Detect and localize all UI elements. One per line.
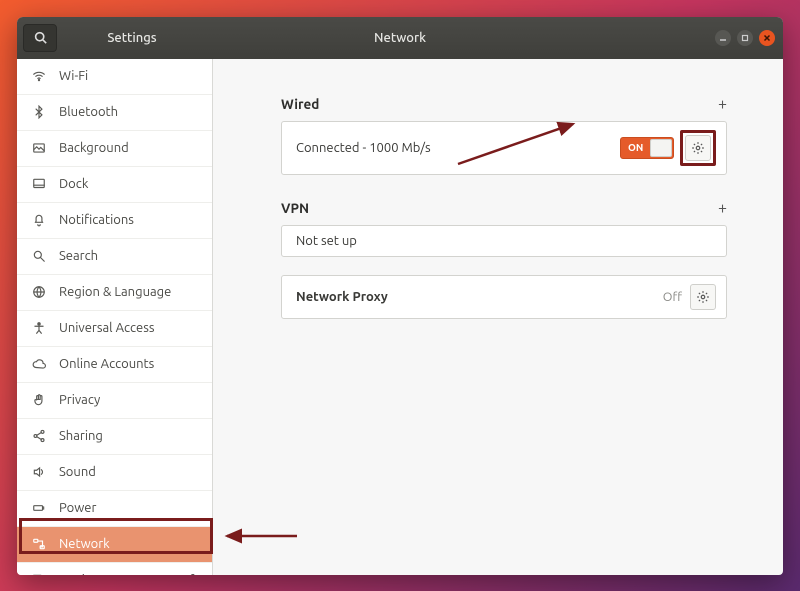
dock-icon-wrap (31, 177, 47, 191)
sidebar-item-label: Sharing (59, 429, 103, 443)
battery-icon (32, 501, 46, 515)
add-vpn-button[interactable]: + (718, 199, 727, 217)
bluetooth-icon (32, 105, 46, 119)
devices-icon (32, 573, 46, 575)
wired-heading: Wired (281, 96, 319, 112)
cloud-icon-wrap (31, 357, 47, 371)
speaker-icon (32, 465, 46, 479)
proxy-settings-button[interactable] (690, 284, 716, 310)
sidebar-item-dock[interactable]: Dock (17, 167, 212, 203)
sidebar-item-label: Online Accounts (59, 357, 154, 371)
bell-icon (32, 213, 46, 227)
sidebar-item-bluetooth[interactable]: Bluetooth (17, 95, 212, 131)
wired-toggle[interactable]: ON (620, 137, 674, 159)
app-title: Settings (57, 31, 207, 45)
devices-icon-wrap (31, 573, 47, 575)
network-icon (32, 537, 46, 551)
maximize-button[interactable] (737, 30, 753, 46)
sidebar-item-wi-fi[interactable]: Wi-Fi (17, 59, 212, 95)
window-controls (715, 30, 775, 46)
search-button[interactable] (23, 24, 57, 52)
sidebar-item-sharing[interactable]: Sharing (17, 419, 212, 455)
sidebar-item-label: Universal Access (59, 321, 154, 335)
battery-icon-wrap (31, 501, 47, 515)
proxy-heading: Network Proxy (296, 290, 663, 304)
minimize-icon (719, 34, 727, 42)
add-wired-button[interactable]: + (718, 95, 727, 113)
sidebar-item-label: Power (59, 501, 96, 515)
close-icon (763, 34, 771, 42)
sidebar-item-notifications[interactable]: Notifications (17, 203, 212, 239)
share-icon (32, 429, 46, 443)
sidebar-item-label: Dock (59, 177, 88, 191)
sidebar-item-background[interactable]: Background (17, 131, 212, 167)
sidebar-item-region-language[interactable]: Region & Language (17, 275, 212, 311)
speaker-icon-wrap (31, 465, 47, 479)
vpn-heading: VPN (281, 200, 309, 216)
sidebar-item-label: Notifications (59, 213, 134, 227)
hand-icon-wrap (31, 393, 47, 407)
proxy-row: Network Proxy Off (281, 275, 727, 319)
sidebar-item-search[interactable]: Search (17, 239, 212, 275)
sidebar-item-label: Search (59, 249, 98, 263)
sidebar-item-label: Network (59, 537, 110, 551)
wired-settings-button[interactable] (685, 135, 711, 161)
vpn-row: Not set up (281, 225, 727, 257)
sidebar-item-label: Bluetooth (59, 105, 118, 119)
sidebar-item-power[interactable]: Power (17, 491, 212, 527)
globe-icon (32, 285, 46, 299)
close-button[interactable] (759, 30, 775, 46)
search-icon-wrap (31, 249, 47, 263)
annotation-highlight-gear (680, 130, 716, 166)
sidebar-item-devices[interactable]: Devices ❯ (17, 563, 212, 575)
wired-status: Connected - 1000 Mb/s (296, 141, 620, 155)
search-icon (34, 31, 47, 44)
sidebar-item-label: Privacy (59, 393, 100, 407)
share-icon-wrap (31, 429, 47, 443)
titlebar: Settings Network (17, 17, 783, 59)
hand-icon (32, 393, 46, 407)
sidebar-item-privacy[interactable]: Privacy (17, 383, 212, 419)
wired-heading-row: Wired + (281, 95, 727, 113)
sidebar-item-label: Wi-Fi (59, 69, 88, 83)
network-icon-wrap (31, 537, 47, 551)
globe-icon-wrap (31, 285, 47, 299)
settings-window: Settings Network Wi-Fi Bluetooth Backgroun… (17, 17, 783, 575)
cloud-icon (32, 357, 46, 371)
accessibility-icon (32, 321, 46, 335)
sidebar[interactable]: Wi-Fi Bluetooth Background Dock Notification… (17, 59, 213, 575)
wired-toggle-label: ON (628, 142, 643, 153)
sidebar-item-online-accounts[interactable]: Online Accounts (17, 347, 212, 383)
sidebar-item-label: Region & Language (59, 285, 171, 299)
chevron-right-icon: ❯ (189, 573, 200, 575)
page-title: Network (374, 31, 426, 45)
bluetooth-icon-wrap (31, 105, 47, 119)
proxy-state: Off (663, 290, 682, 304)
main-panel: Wired + Connected - 1000 Mb/s ON VPN + (213, 59, 783, 575)
wifi-icon (32, 69, 46, 83)
accessibility-icon-wrap (31, 321, 47, 335)
toggle-knob (650, 139, 672, 157)
gear-icon (691, 141, 705, 155)
search-icon (32, 249, 46, 263)
sidebar-item-label: Devices (59, 573, 104, 575)
background-icon-wrap (31, 141, 47, 155)
background-icon (32, 141, 46, 155)
vpn-status: Not set up (296, 234, 716, 248)
sidebar-item-sound[interactable]: Sound (17, 455, 212, 491)
dock-icon (32, 177, 46, 191)
window-body: Wi-Fi Bluetooth Background Dock Notification… (17, 59, 783, 575)
vpn-heading-row: VPN + (281, 199, 727, 217)
wired-connection-row: Connected - 1000 Mb/s ON (281, 121, 727, 175)
wifi-icon-wrap (31, 69, 47, 83)
sidebar-item-universal-access[interactable]: Universal Access (17, 311, 212, 347)
gear-icon (696, 290, 710, 304)
sidebar-item-label: Background (59, 141, 129, 155)
maximize-icon (741, 34, 749, 42)
sidebar-item-network[interactable]: Network (17, 527, 212, 563)
sidebar-item-label: Sound (59, 465, 96, 479)
minimize-button[interactable] (715, 30, 731, 46)
bell-icon-wrap (31, 213, 47, 227)
